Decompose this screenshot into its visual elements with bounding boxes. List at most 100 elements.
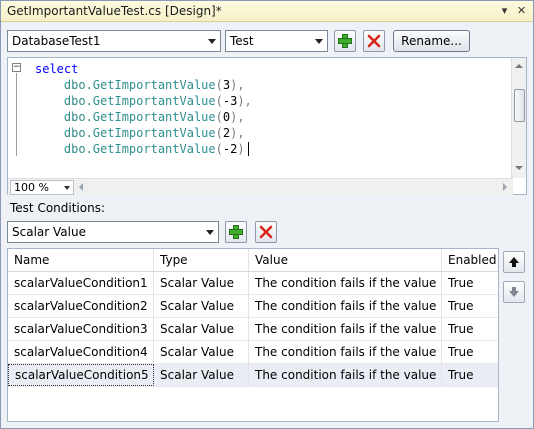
code-token: ): [237, 142, 245, 156]
code-token: select: [35, 62, 79, 76]
text-caret: [248, 142, 249, 156]
condition-enabled-cell[interactable]: True: [442, 364, 498, 386]
delete-icon: [259, 225, 273, 239]
code-token: ),: [237, 94, 252, 108]
move-up-icon: [509, 257, 519, 267]
move-down-icon: [509, 287, 519, 297]
code-token: dbo.GetImportantValue: [63, 142, 216, 156]
code-line[interactable]: select: [35, 61, 78, 77]
test-conditions-label: Test Conditions:: [10, 201, 106, 215]
conditions-grid: Name Type Value Enabled scalarValueCondi…: [7, 248, 499, 422]
condition-type-cell[interactable]: Scalar Value: [154, 364, 249, 386]
scroll-right-icon[interactable]: [503, 183, 507, 191]
code-area[interactable]: − select dbo.GetImportantValue(3), dbo.G…: [8, 58, 513, 178]
condition-value-cell[interactable]: The condition fails if the value in...: [249, 364, 442, 386]
table-row[interactable]: scalarValueCondition5 Scalar Value The con…: [8, 364, 498, 387]
sql-editor[interactable]: − select dbo.GetImportantValue(3), dbo.G…: [7, 57, 527, 195]
chevron-down-icon: [208, 39, 216, 44]
condition-name-cell[interactable]: scalarValueCondition1: [8, 272, 154, 294]
pin-icon[interactable]: ▾: [498, 4, 511, 17]
add-condition-button[interactable]: [225, 221, 247, 243]
condition-value-cell[interactable]: The condition fails if the value in...: [249, 341, 442, 363]
condition-value-cell[interactable]: The condition fails if the value in...: [249, 318, 442, 340]
column-header-enabled[interactable]: Enabled: [442, 249, 498, 271]
test-select-value: DatabaseTest1: [12, 34, 101, 48]
code-token: (: [215, 110, 223, 124]
table-row[interactable]: scalarValueCondition2 Scalar Value The con…: [8, 295, 498, 318]
table-row[interactable]: scalarValueCondition1 Scalar Value The con…: [8, 272, 498, 295]
condition-enabled-cell[interactable]: True: [442, 318, 498, 340]
code-token: 0: [222, 110, 231, 124]
table-row[interactable]: scalarValueCondition4 Scalar Value The con…: [8, 341, 498, 364]
delete-icon: [367, 34, 381, 48]
code-token: dbo.GetImportantValue: [63, 110, 216, 124]
move-down-button[interactable]: [503, 281, 525, 303]
code-token: -2: [222, 142, 238, 156]
condition-type-cell[interactable]: Scalar Value: [154, 295, 249, 317]
condition-enabled-cell[interactable]: True: [442, 295, 498, 317]
zoom-value: 100 %: [14, 181, 49, 194]
condition-value-cell[interactable]: The condition fails if the value in...: [249, 272, 442, 294]
code-token: 3: [222, 78, 231, 92]
condition-value-cell[interactable]: The condition fails if the value in...: [249, 295, 442, 317]
code-line[interactable]: dbo.GetImportantValue(2),: [35, 125, 245, 141]
condition-enabled-cell[interactable]: True: [442, 272, 498, 294]
condition-type-cell[interactable]: Scalar Value: [154, 318, 249, 340]
grid-header: Name Type Value Enabled: [8, 249, 498, 272]
close-icon[interactable]: ✕: [515, 4, 528, 17]
code-token: (: [215, 78, 223, 92]
add-icon: [338, 34, 352, 48]
code-token: dbo.GetImportantValue: [63, 94, 216, 108]
scroll-left-icon[interactable]: [79, 183, 83, 191]
code-line[interactable]: dbo.GetImportantValue(-2): [35, 141, 245, 157]
delete-script-button[interactable]: [363, 30, 385, 52]
chevron-down-icon: [206, 230, 214, 235]
code-token: dbo.GetImportantValue: [63, 78, 216, 92]
code-token: ),: [230, 126, 245, 140]
code-token: ),: [230, 78, 245, 92]
move-up-button[interactable]: [503, 251, 525, 273]
add-script-button[interactable]: [334, 30, 356, 52]
condition-type-cell[interactable]: Scalar Value: [154, 341, 249, 363]
code-token: 2: [222, 126, 231, 140]
script-select[interactable]: Test: [225, 30, 328, 52]
condition-type-value: Scalar Value: [12, 225, 86, 239]
vertical-scrollbar[interactable]: [511, 58, 526, 178]
column-header-name[interactable]: Name: [8, 249, 154, 271]
rename-button[interactable]: Rename...: [393, 30, 470, 52]
code-line[interactable]: dbo.GetImportantValue(3),: [35, 77, 245, 93]
condition-name-cell[interactable]: scalarValueCondition4: [8, 341, 154, 363]
condition-enabled-cell[interactable]: True: [442, 341, 498, 363]
table-row[interactable]: scalarValueCondition3 Scalar Value The con…: [8, 318, 498, 341]
document-title: GetImportantValueTest.cs [Design]*: [7, 4, 222, 18]
collapse-icon[interactable]: −: [12, 63, 21, 72]
scrollbar-thumb[interactable]: [514, 89, 525, 122]
chevron-down-icon: [64, 186, 70, 190]
code-token: (: [215, 94, 223, 108]
outline-guide: [16, 73, 17, 156]
test-select[interactable]: DatabaseTest1: [7, 30, 221, 52]
title-bar: GetImportantValueTest.cs [Design]* ▾ ✕: [1, 1, 533, 22]
zoom-select[interactable]: 100 %: [10, 180, 74, 195]
scroll-down-icon[interactable]: [515, 166, 523, 170]
designer-window: GetImportantValueTest.cs [Design]* ▾ ✕ D…: [0, 0, 534, 429]
code-token: ),: [230, 110, 245, 124]
scroll-up-icon[interactable]: [515, 64, 523, 68]
chevron-down-icon: [315, 39, 323, 44]
delete-condition-button[interactable]: [255, 221, 277, 243]
code-token: (: [215, 126, 223, 140]
code-token: dbo.GetImportantValue: [63, 126, 216, 140]
code-line[interactable]: dbo.GetImportantValue(-3),: [35, 93, 252, 109]
condition-name-cell[interactable]: scalarValueCondition3: [8, 318, 154, 340]
code-token: (: [215, 142, 223, 156]
column-header-value[interactable]: Value: [249, 249, 442, 271]
add-icon: [229, 225, 243, 239]
condition-type-cell[interactable]: Scalar Value: [154, 272, 249, 294]
code-line[interactable]: dbo.GetImportantValue(0),: [35, 109, 245, 125]
code-token: -3: [222, 94, 238, 108]
condition-name-cell[interactable]: scalarValueCondition2: [8, 295, 154, 317]
column-header-type[interactable]: Type: [154, 249, 249, 271]
editor-status-bar: 100 %: [8, 178, 513, 195]
condition-name-cell[interactable]: scalarValueCondition5: [8, 364, 154, 386]
condition-type-select[interactable]: Scalar Value: [7, 221, 219, 243]
